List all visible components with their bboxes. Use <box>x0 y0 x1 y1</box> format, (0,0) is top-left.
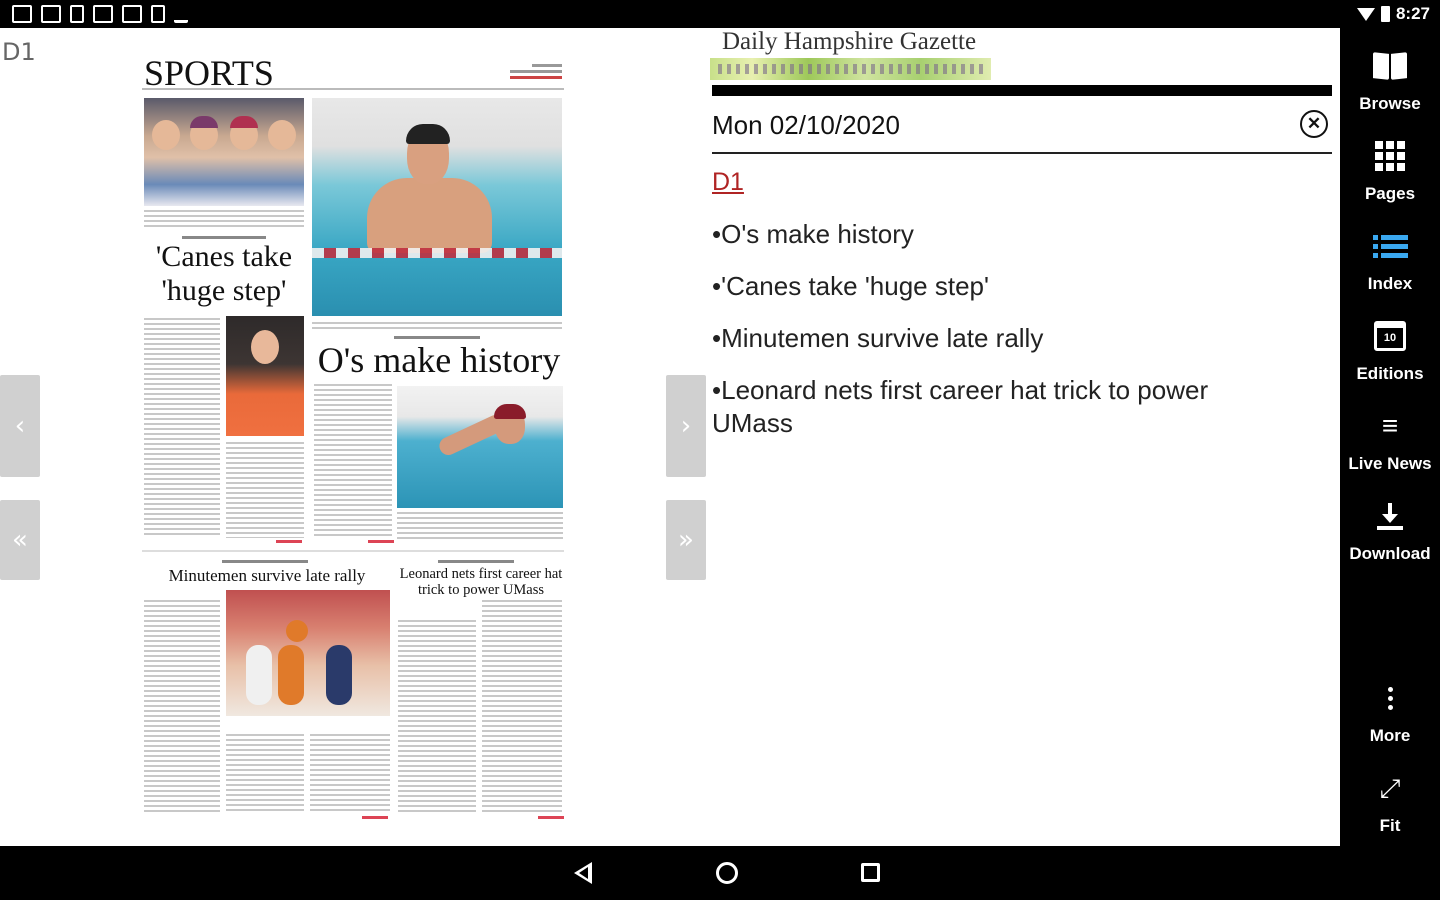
calendar-icon: 10 <box>1374 321 1406 351</box>
right-toolbar: Browse Pages Index 10 Editions ≡ Live Ne… <box>1340 28 1440 846</box>
next-page-button[interactable]: › <box>666 375 706 477</box>
headline-minutemen[interactable]: Minutemen survive late rally <box>144 566 390 586</box>
masthead-skyline <box>710 58 991 80</box>
clock: 8:27 <box>1395 4 1430 23</box>
download-icon <box>1377 501 1403 531</box>
page-jump <box>362 816 388 819</box>
kicker <box>222 560 308 563</box>
fit-label: Fit <box>1379 816 1401 835</box>
index-label: Index <box>1367 274 1413 293</box>
article-link[interactable]: •Minutemen survive late rally <box>712 322 1272 355</box>
more-button[interactable]: More <box>1340 676 1440 746</box>
wifi-icon <box>1356 7 1375 21</box>
close-icon[interactable]: ✕ <box>1300 110 1328 138</box>
more-vert-icon <box>1387 686 1393 710</box>
live-news-label: Live News <box>1348 454 1432 473</box>
grid-icon <box>1375 141 1405 171</box>
download-button[interactable]: Download <box>1340 494 1440 564</box>
notification-icon <box>12 5 32 23</box>
list-icon <box>1372 234 1408 258</box>
article-text <box>482 600 562 814</box>
battery-icon <box>1380 6 1390 22</box>
download-label: Download <box>1349 544 1431 563</box>
index-button[interactable]: Index <box>1340 224 1440 294</box>
edition-date: Mon 02/10/2020 <box>712 110 900 140</box>
article-link[interactable]: •O's make history <box>712 218 1272 251</box>
section-title: SPORTS <box>144 53 274 93</box>
editions-button[interactable]: 10 Editions <box>1340 314 1440 384</box>
first-page-button[interactable]: « <box>0 500 40 580</box>
article-link[interactable]: •'Canes take 'huge step' <box>712 270 1272 303</box>
more-label: More <box>1369 726 1411 745</box>
fullscreen-icon: ⤢ <box>1379 773 1401 803</box>
page-jump <box>538 816 564 819</box>
headline-os[interactable]: O's make history <box>314 340 564 380</box>
check-icon <box>174 5 188 23</box>
pages-button[interactable]: Pages <box>1340 134 1440 204</box>
photo-swim-team <box>144 98 304 206</box>
rss-icon: ≡ <box>1381 410 1399 441</box>
headline-leonard[interactable]: Leonard nets first career hat trick to p… <box>398 566 564 598</box>
home-icon[interactable] <box>716 862 738 884</box>
recent-apps-icon[interactable] <box>861 863 880 882</box>
article-text <box>144 600 220 814</box>
article-text <box>398 620 476 814</box>
article-text <box>144 318 220 538</box>
page-label: D1 <box>2 38 36 66</box>
browse-button[interactable]: Browse <box>1340 44 1440 114</box>
article-text <box>226 734 304 814</box>
browse-label: Browse <box>1359 94 1421 113</box>
article-link[interactable]: •Leonard nets first career hat trick to … <box>712 374 1272 440</box>
photo-portrait <box>226 316 304 436</box>
live-news-button[interactable]: ≡ Live News <box>1340 404 1440 474</box>
section-link-d1[interactable]: D1 <box>712 168 744 197</box>
photo-caption <box>144 210 304 230</box>
article-text <box>397 512 563 540</box>
photo-basketball <box>226 590 390 716</box>
calendar-icon <box>122 5 142 23</box>
editions-label: Editions <box>1356 364 1424 383</box>
masthead-title: Daily Hampshire Gazette <box>722 28 977 55</box>
date-row: Mon 02/10/2020 ✕ <box>712 104 1332 154</box>
divider <box>142 550 564 552</box>
header-meta <box>510 64 562 82</box>
article-text <box>310 734 390 814</box>
status-right: 8:27 <box>1356 4 1430 24</box>
status-bar: 8:27 <box>0 0 1440 28</box>
calendar-icon <box>93 5 113 23</box>
page-jump <box>276 540 302 543</box>
panel-divider <box>712 85 1332 96</box>
app-icon <box>70 5 84 23</box>
kicker <box>394 336 480 339</box>
article-list: •O's make history •'Canes take 'huge ste… <box>712 218 1272 459</box>
photo-swimmer-celebrating <box>312 98 562 316</box>
newspaper-page[interactable]: SPORTS 'Canes take 'huge step' O's make … <box>142 50 564 822</box>
kicker <box>182 236 266 239</box>
gallery-icon <box>41 5 61 23</box>
kicker <box>438 560 514 563</box>
previous-page-button[interactable]: ‹ <box>0 375 40 477</box>
headline-canes[interactable]: 'Canes take 'huge step' <box>144 240 304 308</box>
article-text <box>314 384 392 536</box>
last-page-button[interactable]: » <box>666 500 706 580</box>
book-icon <box>1373 53 1407 79</box>
notification-icons <box>12 5 188 23</box>
download-icon <box>151 5 165 23</box>
fit-button[interactable]: ⤢ Fit <box>1340 766 1440 836</box>
system-nav-bar <box>0 846 1440 900</box>
paper-header: SPORTS <box>142 50 564 93</box>
pages-label: Pages <box>1364 184 1416 203</box>
photo-caption <box>312 322 562 332</box>
page-jump <box>368 540 394 543</box>
photo-swimmer-pool <box>397 386 563 508</box>
back-icon[interactable] <box>574 862 592 884</box>
article-text <box>226 442 304 538</box>
